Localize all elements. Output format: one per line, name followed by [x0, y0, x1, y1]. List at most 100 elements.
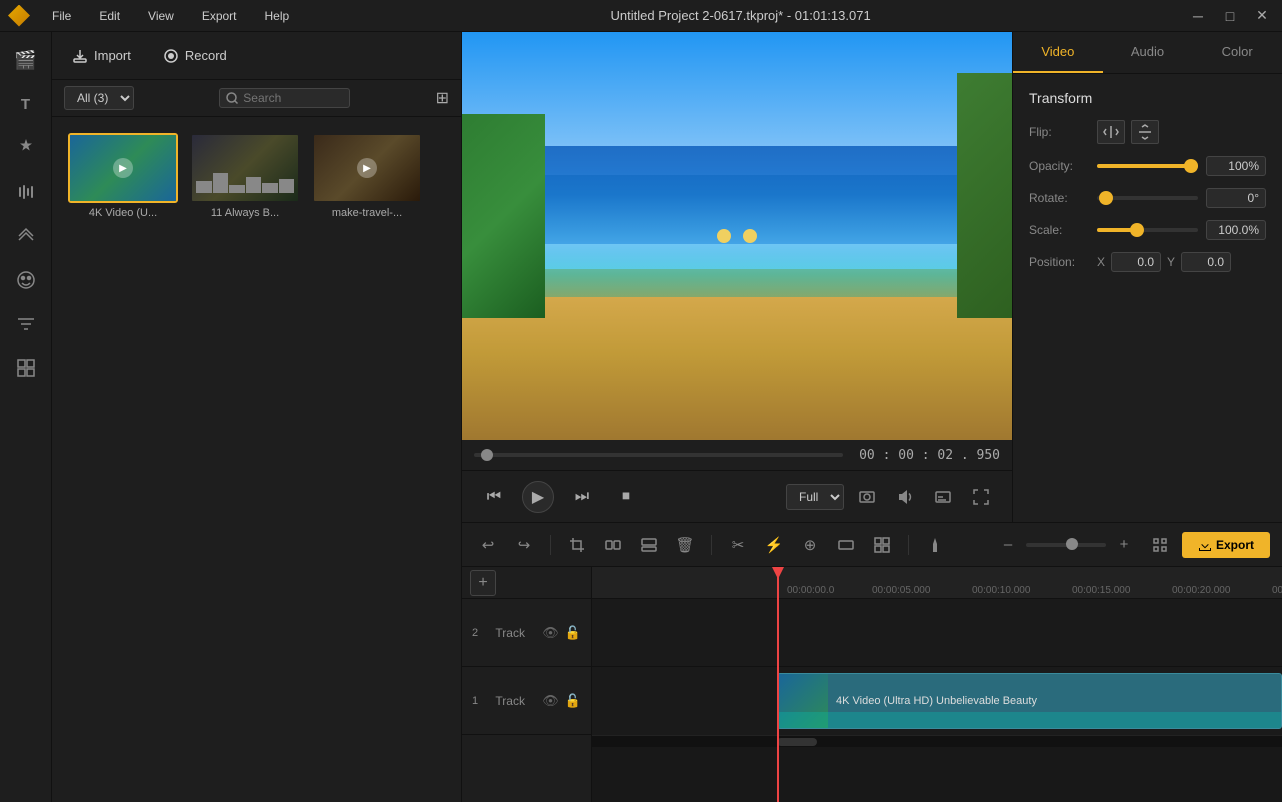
rotate-slider[interactable]	[1097, 196, 1198, 200]
right-content: Transform Flip:	[1013, 74, 1282, 522]
opacity-slider[interactable]	[1097, 164, 1198, 168]
stop-button[interactable]: ⏹	[610, 481, 642, 513]
sidebar-icon-audio[interactable]	[6, 172, 46, 212]
menu-view[interactable]: View	[142, 7, 180, 25]
track-2-lock-icon[interactable]: 🔓	[565, 625, 581, 641]
track-1-visibility-icon[interactable]: 👁	[542, 693, 559, 709]
track-2-visibility-icon[interactable]: 👁	[542, 625, 559, 641]
tab-audio[interactable]: Audio	[1103, 32, 1193, 73]
position-x-value: 0.0	[1111, 252, 1161, 272]
scrubber-thumb[interactable]	[481, 449, 493, 461]
delete-button[interactable]: 🗑	[671, 531, 699, 559]
scrubber-bar[interactable]: 00 : 00 : 02 . 950	[462, 440, 1012, 470]
menu-export[interactable]: Export	[196, 7, 243, 25]
sidebar-icon-text[interactable]: T	[6, 84, 46, 124]
sidebar-icon-transitions[interactable]	[6, 216, 46, 256]
scale-row: Scale: 100.0%	[1029, 220, 1266, 240]
timeline-tracks[interactable]: 00:00:00.0 00:00:05.000 00:00:10.000 00:…	[592, 567, 1282, 802]
flip-controls	[1097, 120, 1266, 144]
crop-button[interactable]	[563, 531, 591, 559]
time-ruler: 00:00:00.0 00:00:05.000 00:00:10.000 00:…	[592, 567, 1282, 599]
filter-dropdown[interactable]: All (3)	[64, 86, 134, 110]
media-label-1: 4K Video (U...	[89, 207, 157, 219]
add-effect-button[interactable]: ⊕	[796, 531, 824, 559]
sidebar-icon-effects[interactable]	[6, 128, 46, 168]
right-tabs: Video Audio Color	[1013, 32, 1282, 74]
cut-button[interactable]: ✂	[724, 531, 752, 559]
track-1-area: 4K Video (Ultra HD) Unbelievable Beauty	[592, 667, 1282, 735]
rotate-label: Rotate:	[1029, 191, 1089, 205]
quality-select[interactable]: Full 1/2 1/4	[786, 484, 844, 510]
media-thumb-3: ▶	[312, 133, 422, 203]
play-overlay-icon-3: ▶	[357, 158, 377, 178]
sidebar-icon-stickers[interactable]	[6, 260, 46, 300]
media-thumb-1: ▶	[68, 133, 178, 203]
redo-button[interactable]: ↪	[510, 531, 538, 559]
timeline-toolbar: ↩ ↪	[462, 523, 1282, 567]
import-button[interactable]: Import	[64, 44, 139, 68]
tab-color[interactable]: Color	[1192, 32, 1282, 73]
add-track-button[interactable]: +	[470, 570, 496, 596]
flip-vertical-button[interactable]	[1131, 120, 1159, 144]
play-button[interactable]: ▶	[522, 481, 554, 513]
timecode: 00 : 00 : 02 . 950	[859, 448, 1000, 463]
group-button[interactable]	[868, 531, 896, 559]
titlebar-controls: ─ □ ✕	[1186, 4, 1274, 28]
menu-edit[interactable]: Edit	[93, 7, 126, 25]
media-item-1[interactable]: ▶ 4K Video (U...	[68, 133, 178, 219]
detach-button[interactable]	[635, 531, 663, 559]
opacity-row: Opacity: 100%	[1029, 156, 1266, 176]
record-button[interactable]: Record	[155, 44, 235, 68]
menu-help[interactable]: Help	[259, 7, 296, 25]
preview-dots	[717, 229, 757, 243]
search-icon	[226, 92, 239, 105]
skip-forward-button[interactable]: ⏭	[566, 481, 598, 513]
media-item-3[interactable]: ▶ make-travel-...	[312, 133, 422, 219]
marker-button[interactable]	[921, 531, 949, 559]
search-input[interactable]	[243, 91, 343, 105]
flip-horizontal-button[interactable]	[1097, 120, 1125, 144]
preview-right-controls: Full 1/2 1/4	[786, 482, 996, 512]
zoom-slider[interactable]	[1026, 543, 1106, 547]
tab-video[interactable]: Video	[1013, 32, 1103, 73]
settings-button[interactable]	[1146, 531, 1174, 559]
export-button[interactable]: Export	[1182, 532, 1270, 558]
zoom-out-button[interactable]: –	[994, 531, 1022, 559]
media-item-2[interactable]: 11 Always B...	[190, 133, 300, 219]
maximize-button[interactable]: □	[1218, 4, 1242, 28]
split-button[interactable]	[599, 531, 627, 559]
undo-button[interactable]: ↩	[474, 531, 502, 559]
trim-button[interactable]	[832, 531, 860, 559]
captions-button[interactable]	[928, 482, 958, 512]
position-controls: X 0.0 Y 0.0	[1097, 252, 1266, 272]
import-icon	[72, 48, 88, 64]
scale-label: Scale:	[1029, 223, 1089, 237]
video-clip[interactable]: 4K Video (Ultra HD) Unbelievable Beauty	[777, 673, 1282, 729]
media-thumb-2	[190, 133, 300, 203]
track-2-name: 2	[472, 627, 478, 639]
track-1-lock-icon[interactable]: 🔓	[565, 693, 581, 709]
track-header: +	[462, 567, 591, 599]
menu-file[interactable]: File	[46, 7, 77, 25]
close-button[interactable]: ✕	[1250, 4, 1274, 28]
audio-button[interactable]	[890, 482, 920, 512]
timeline-scrollbar[interactable]	[592, 735, 1282, 747]
sidebar-icon-media[interactable]: 🎬	[6, 40, 46, 80]
search-bar	[219, 88, 350, 108]
preview-area: 00 : 00 : 02 . 950 ⏮ ▶ ⏭ ⏹ Full 1/2 1/4	[462, 32, 1012, 522]
sidebar-icon-panels[interactable]	[6, 348, 46, 388]
position-y-label: Y	[1167, 255, 1175, 269]
skip-back-button[interactable]: ⏮	[478, 481, 510, 513]
media-label-2: 11 Always B...	[211, 207, 279, 219]
scrollbar-thumb[interactable]	[777, 738, 817, 746]
grid-view-button[interactable]: ⊞	[436, 88, 449, 108]
scale-slider[interactable]	[1097, 228, 1198, 232]
clip-waveform	[778, 712, 1281, 728]
fullscreen-button[interactable]	[966, 482, 996, 512]
enhance-button[interactable]: ⚡	[760, 531, 788, 559]
minimize-button[interactable]: ─	[1186, 4, 1210, 28]
scrubber-track[interactable]	[474, 453, 843, 457]
screenshot-button[interactable]	[852, 482, 882, 512]
sidebar-icon-filters[interactable]	[6, 304, 46, 344]
zoom-in-button[interactable]: +	[1110, 531, 1138, 559]
